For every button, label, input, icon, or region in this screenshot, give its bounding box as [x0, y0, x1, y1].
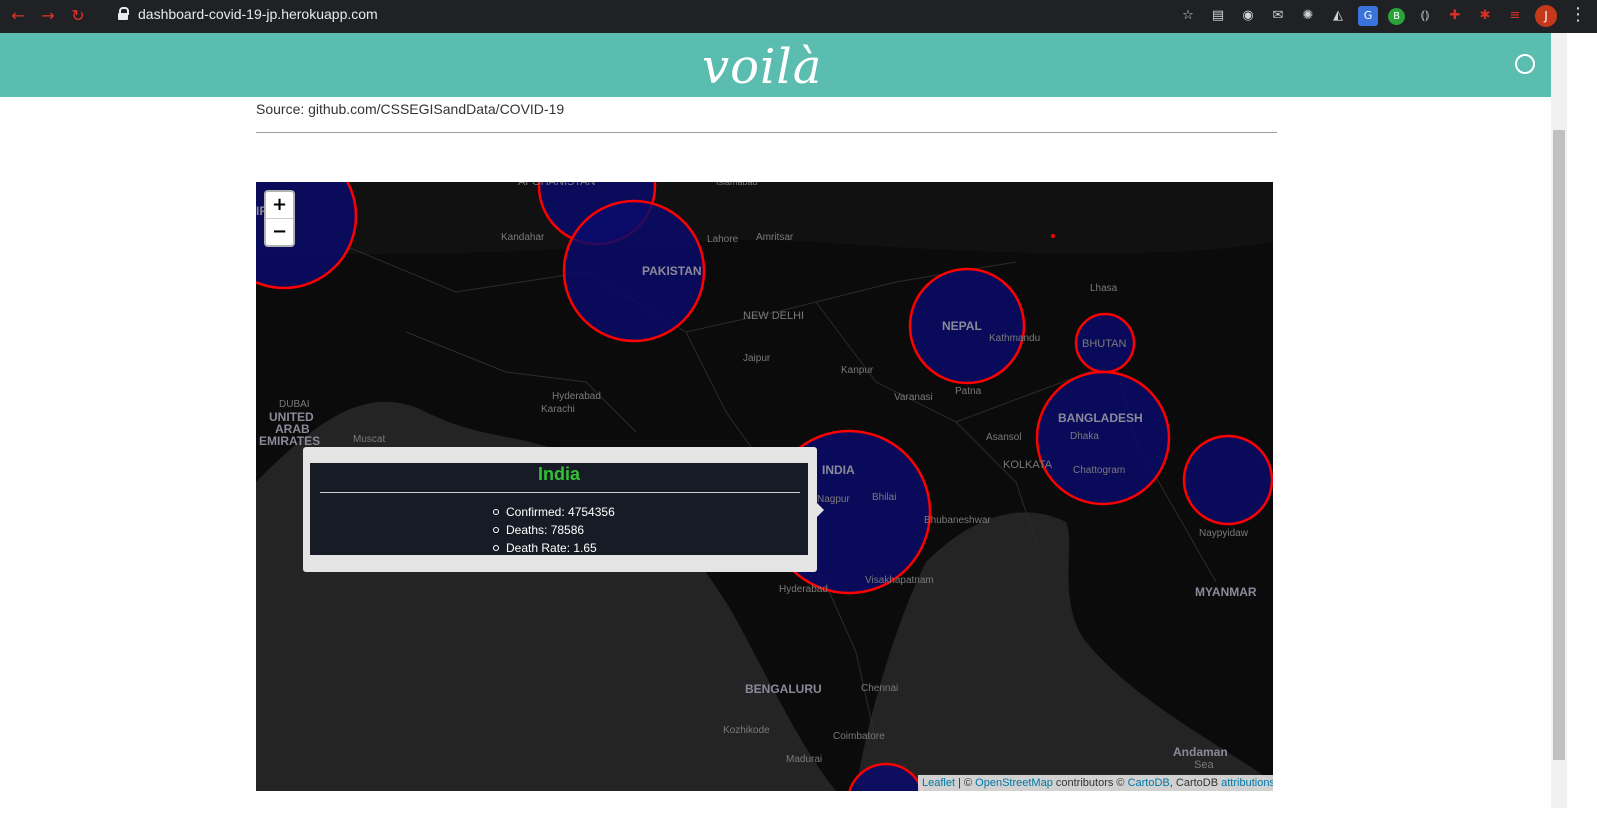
lock-icon[interactable] — [118, 7, 129, 20]
extension-icons: ☆ ▤ ◉ ✉ ✺ ◭ G B ⦅⦆ ✚ ✱ ≡ J — [1178, 5, 1557, 27]
attribution-separator: | © — [955, 777, 976, 789]
map-label: Asansol — [986, 432, 1022, 443]
map-label: Jaipur — [743, 353, 771, 364]
attributions-link[interactable]: attributions — [1221, 777, 1273, 789]
map-label: Karachi — [541, 404, 575, 415]
attribution-text: contributors © — [1052, 777, 1128, 789]
map-label: Kandahar — [501, 232, 545, 243]
browser-toolbar: ← → ↻ dashboard-covid-19-jp.herokuapp.co… — [0, 0, 1597, 33]
divider — [256, 132, 1277, 133]
map-label: BENGALURU — [745, 682, 822, 696]
map-label: Chattogram — [1073, 465, 1125, 476]
back-icon[interactable]: ← — [6, 5, 30, 27]
marker-dot — [1051, 234, 1055, 238]
popup-title: India — [537, 464, 580, 484]
map-label: BHUTAN — [1082, 338, 1126, 350]
map-label: Varanasi — [894, 392, 933, 403]
map-label: BANGLADESH — [1058, 411, 1143, 425]
cartodb-link[interactable]: CartoDB — [1128, 777, 1170, 789]
map-label: Lhasa — [1090, 283, 1118, 294]
map-attribution: Leaflet | © OpenStreetMap contributors ©… — [918, 775, 1273, 791]
map-label: Dhaka — [1070, 431, 1099, 442]
map-label: Naypyidaw — [1199, 528, 1249, 539]
map-label: MYANMAR — [1195, 585, 1257, 599]
attribution-text-2: , CartoDB — [1169, 777, 1222, 789]
zoom-control: + − — [264, 190, 295, 247]
list-extension-icon[interactable]: ≡ — [1505, 6, 1525, 26]
popup-stats: Confirmed: 4754356 Deaths: 78586 Death R… — [493, 503, 615, 557]
address-bar[interactable]: dashboard-covid-19-jp.herokuapp.com — [138, 6, 378, 22]
translate-icon[interactable]: G — [1358, 6, 1378, 26]
puzzle-icon[interactable]: ✚ — [1445, 6, 1465, 26]
popup-divider — [320, 492, 800, 493]
map-label: Bhilai — [872, 492, 896, 503]
map[interactable]: AFGHANISTAN Islamabad Kandahar Lahore Amrits… — [256, 182, 1273, 791]
voila-header: voilà — [0, 33, 1551, 97]
zoom-out-button[interactable]: − — [266, 219, 293, 245]
map-label: Amritsar — [756, 232, 794, 243]
owl-extension-icon[interactable]: ◉ — [1238, 6, 1258, 26]
map-label: Kanpur — [841, 365, 874, 376]
northern-land — [256, 182, 1273, 255]
map-label: DUBAI — [279, 399, 310, 410]
map-label: Sea — [1194, 759, 1214, 771]
popup-tip — [817, 503, 824, 517]
map-label: Bhubaneshwar — [924, 515, 991, 526]
country-popup: India Confirmed: 4754356 Deaths: 78586 D… — [303, 447, 817, 572]
map-label: Muscat — [353, 434, 385, 445]
map-label: Hyderabad — [779, 584, 828, 595]
reload-icon[interactable]: ↻ — [66, 5, 90, 27]
browser-nav: ← → ↻ — [6, 5, 90, 27]
map-label: Andaman — [1173, 745, 1228, 759]
star-icon[interactable]: ☆ — [1178, 6, 1198, 26]
map-label: NEPAL — [942, 319, 982, 333]
map-label: Islamabad — [716, 182, 758, 187]
confirmed-stat: Confirmed: 4754356 — [493, 503, 615, 521]
map-label: Madurai — [786, 754, 822, 765]
map-label: Hyderabad — [552, 391, 601, 402]
popup-content: India Confirmed: 4754356 Deaths: 78586 D… — [310, 463, 808, 555]
map-label: Visakhapatnam — [865, 575, 934, 586]
leaflet-link[interactable]: Leaflet — [922, 777, 955, 789]
source-text: Source: github.com/CSSEGISandData/COVID-… — [256, 101, 565, 117]
map-label: AFGHANISTAN — [518, 182, 595, 188]
forward-icon[interactable]: → — [36, 5, 60, 27]
circle-marker-myanmar[interactable] — [1182, 434, 1273, 526]
map-label: Patna — [955, 386, 982, 397]
map-label: NEW DELHI — [743, 310, 804, 322]
map-label: INDIA — [822, 463, 855, 477]
b-extension-icon[interactable]: B — [1388, 7, 1405, 25]
voila-logo: voilà — [702, 39, 823, 95]
map-label: Chennai — [861, 683, 898, 694]
death-rate-stat: Death Rate: 1.65 — [493, 539, 615, 557]
map-label: Kathmandu — [989, 333, 1040, 344]
map-label: KOLKATA — [1003, 459, 1053, 471]
browser-menu-icon[interactable]: ⋮ — [1569, 4, 1587, 25]
map-label: PAKISTAN — [642, 264, 702, 278]
map-label: Lahore — [707, 234, 739, 245]
circle-marker-bangladesh[interactable] — [1035, 370, 1171, 506]
map-label: Kozhikode — [723, 725, 770, 736]
window-edge — [1567, 33, 1597, 825]
reader-icon[interactable]: ▤ — [1208, 6, 1228, 26]
deaths-stat: Deaths: 78586 — [493, 521, 615, 539]
profile-avatar[interactable]: J — [1535, 5, 1557, 27]
osm-link[interactable]: OpenStreetMap — [975, 777, 1053, 789]
zoom-in-button[interactable]: + — [266, 192, 293, 219]
shark-extension-icon[interactable]: ◭ — [1328, 6, 1348, 26]
color-wheel-icon[interactable]: ✺ — [1298, 6, 1318, 26]
code-extension-icon[interactable]: ⦅⦆ — [1415, 6, 1435, 26]
map-label: EMIRATES — [259, 434, 320, 448]
map-label: Coimbatore — [833, 731, 885, 742]
bug-extension-icon[interactable]: ✱ — [1475, 6, 1495, 26]
scrollbar-thumb[interactable] — [1553, 130, 1565, 760]
mail-icon[interactable]: ✉ — [1268, 6, 1288, 26]
kernel-status-icon — [1515, 54, 1535, 74]
